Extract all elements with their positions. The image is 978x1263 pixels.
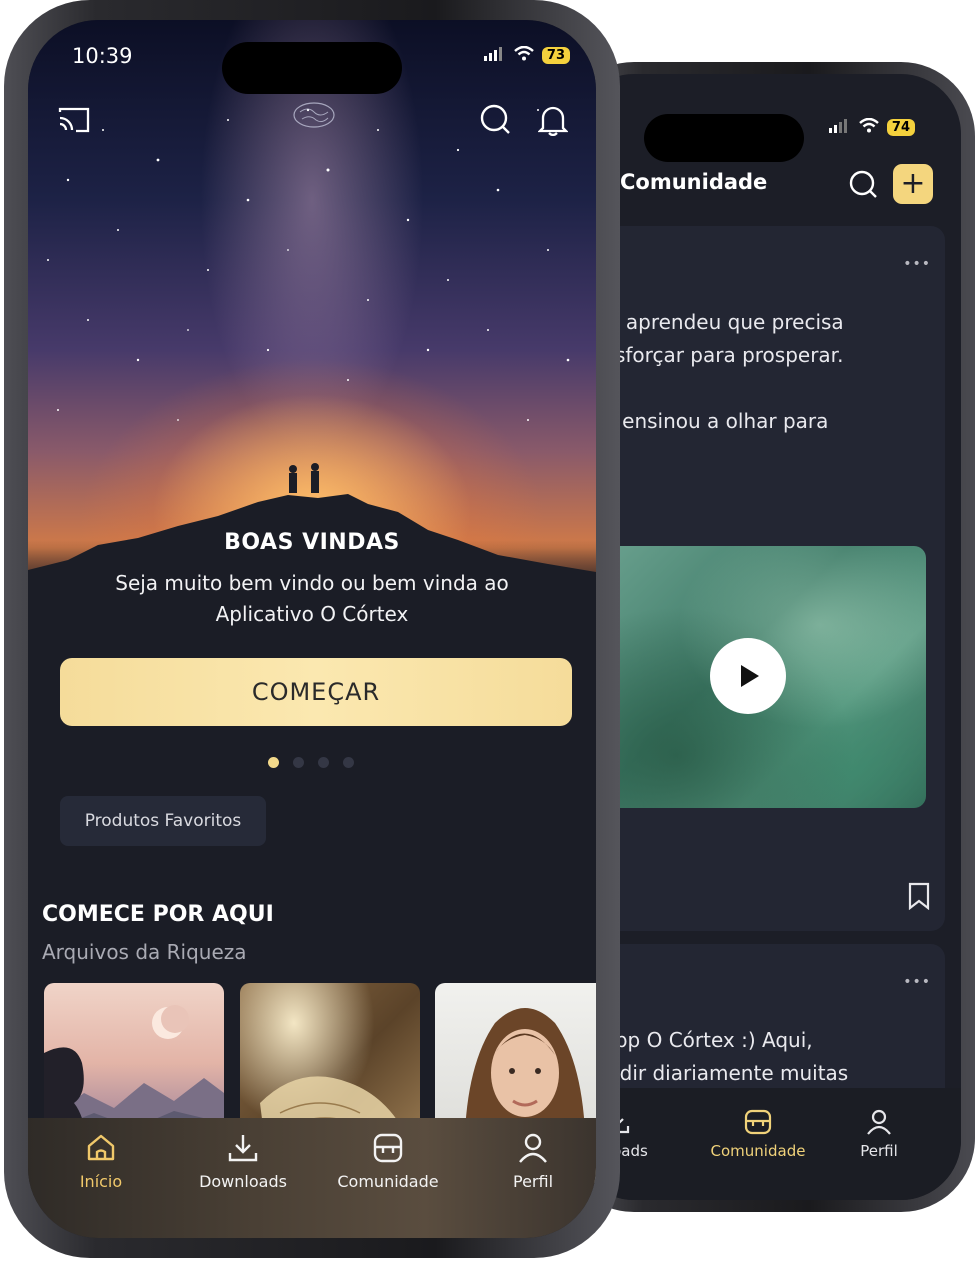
community-icon xyxy=(698,1108,818,1136)
add-post-button[interactable]: + xyxy=(893,164,933,204)
community-header: Comunidade + xyxy=(574,144,961,214)
signal-icon xyxy=(483,46,506,65)
nav-item-profile[interactable]: Perfil xyxy=(844,1108,914,1160)
search-icon[interactable] xyxy=(480,104,512,140)
more-options-icon[interactable]: ••• xyxy=(903,256,931,272)
download-icon xyxy=(188,1132,298,1164)
section-title: COMECE POR AQUI xyxy=(42,902,274,927)
cast-icon[interactable] xyxy=(58,106,90,138)
plus-icon: + xyxy=(900,166,926,201)
nav-label: Downloads xyxy=(199,1172,287,1191)
section-subtitle: Arquivos da Riqueza xyxy=(42,940,247,964)
brain-logo-icon xyxy=(290,100,338,134)
nav-label: Perfil xyxy=(860,1142,898,1160)
pager-dot[interactable] xyxy=(293,757,304,768)
carousel-pager xyxy=(268,757,354,768)
welcome-title: BOAS VINDAS xyxy=(224,530,400,555)
video-thumbnail[interactable] xyxy=(590,546,926,808)
start-button[interactable]: COMEÇAR xyxy=(60,658,572,726)
pager-dot[interactable] xyxy=(318,757,329,768)
post-card[interactable]: ••• ocê aprendeu que precisa e esforçar … xyxy=(590,226,945,931)
nav-item-downloads[interactable]: Downloads xyxy=(188,1132,298,1191)
wifi-icon xyxy=(514,45,534,65)
battery-indicator: 74 xyxy=(886,119,915,136)
nav-item-community[interactable]: Comunidade xyxy=(324,1132,452,1191)
bottom-navigation: wnloads Comunidade Perfil xyxy=(574,1088,961,1200)
battery-indicator: 73 xyxy=(541,47,570,64)
nav-label: Perfil xyxy=(512,1172,554,1191)
home-icon xyxy=(56,1132,146,1164)
welcome-subtitle: Seja muito bem vindo ou bem vinda ao Apl… xyxy=(115,571,509,626)
search-icon[interactable] xyxy=(849,170,879,204)
nav-item-home[interactable]: Início xyxy=(56,1132,146,1191)
page-title: Comunidade xyxy=(620,170,768,194)
nav-label: Comunidade xyxy=(337,1172,439,1191)
back-phone-frame: 74 Comunidade + ••• ocê aprendeu que pre… xyxy=(560,62,975,1212)
more-options-icon[interactable]: ••• xyxy=(903,974,931,990)
bookmark-icon[interactable] xyxy=(907,882,931,914)
post-text: ocê aprendeu que precisa e esforçar para… xyxy=(590,310,844,433)
back-phone-screen: 74 Comunidade + ••• ocê aprendeu que pre… xyxy=(574,74,961,1200)
nav-label: Início xyxy=(79,1172,123,1191)
profile-icon xyxy=(498,1132,568,1164)
pager-dot[interactable] xyxy=(268,757,279,768)
nav-label: Comunidade xyxy=(710,1142,806,1160)
post-text: o app O Córtex :) Aqui, dividir diariame… xyxy=(590,1028,849,1085)
profile-icon xyxy=(844,1108,914,1136)
favorite-products-button[interactable]: Produtos Favoritos xyxy=(60,796,266,846)
nav-item-profile[interactable]: Perfil xyxy=(498,1132,568,1191)
wifi-icon xyxy=(859,117,879,137)
status-bar: 74 xyxy=(828,117,915,137)
status-time: 10:39 xyxy=(72,44,133,68)
play-icon xyxy=(741,665,759,687)
nav-item-community[interactable]: Comunidade xyxy=(698,1108,818,1160)
front-phone-frame: 10:39 73 BOAS VINDAS Seja muito bem vind… xyxy=(4,0,620,1258)
bottom-navigation: Início Downloads Comunidade Perfil xyxy=(28,1118,596,1238)
bell-icon[interactable] xyxy=(537,104,569,140)
status-bar: 73 xyxy=(483,45,570,65)
pager-dot[interactable] xyxy=(343,757,354,768)
play-button[interactable] xyxy=(710,638,786,714)
dynamic-island xyxy=(222,42,402,94)
community-icon xyxy=(324,1132,452,1164)
signal-icon xyxy=(828,118,851,137)
front-phone-screen: 10:39 73 BOAS VINDAS Seja muito bem vind… xyxy=(28,20,596,1238)
